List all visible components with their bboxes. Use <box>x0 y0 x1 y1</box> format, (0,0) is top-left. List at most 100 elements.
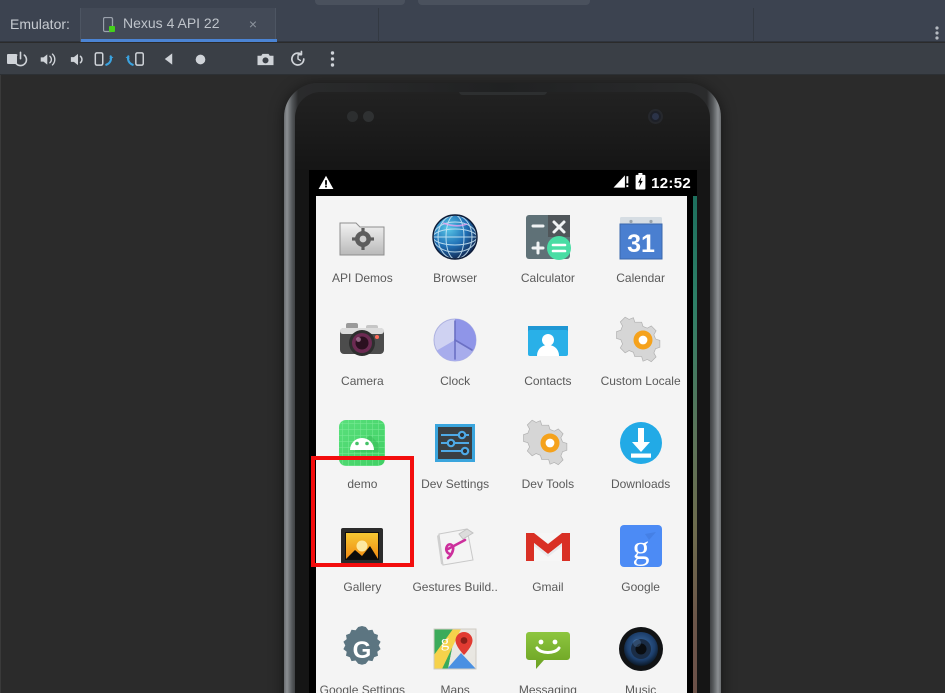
app-icon-messaging[interactable]: Messaging <box>502 608 595 693</box>
app-label: Google <box>621 580 660 594</box>
app-label: Music <box>624 683 657 693</box>
tabbar-divider-1 <box>378 8 379 42</box>
home-button[interactable] <box>188 47 212 71</box>
front-camera-icon <box>648 109 663 124</box>
contacts-icon <box>522 314 574 366</box>
device-body: 12:52 API Demos Browser Calculator 31 Ca… <box>295 92 710 693</box>
calculator-icon <box>522 211 574 263</box>
emulator-label: Emulator: <box>10 16 70 32</box>
app-icon-google[interactable]: g Google <box>594 505 687 608</box>
close-icon[interactable]: × <box>249 15 257 33</box>
gmail-icon <box>522 520 574 572</box>
app-label: Dev Settings <box>421 477 490 491</box>
app-label: Gestures Build.. <box>412 580 498 594</box>
messaging-icon <box>522 623 574 675</box>
app-label: Maps <box>440 683 470 693</box>
device-screen[interactable]: 12:52 API Demos Browser Calculator 31 Ca… <box>309 170 697 693</box>
svg-text:g: g <box>441 632 450 651</box>
signal-no-service-icon <box>613 174 630 194</box>
device-tab[interactable]: Nexus 4 API 22 × <box>80 8 277 42</box>
app-label: Dev Tools <box>521 477 575 491</box>
gestures-builder-icon <box>429 520 481 572</box>
speaker-grille <box>458 92 547 95</box>
app-icon-music[interactable]: Music <box>594 608 687 693</box>
app-label: Camera <box>341 374 384 388</box>
ide-top-strip <box>0 0 945 8</box>
calendar-icon: 31 <box>615 211 667 263</box>
app-label: API Demos <box>332 271 393 285</box>
app-icon-maps[interactable]: g Maps <box>409 608 502 693</box>
app-label: Google Settings <box>319 683 406 693</box>
drawer-scrollbar[interactable] <box>693 196 697 693</box>
active-tab-underline <box>81 39 277 42</box>
app-icon-gmail[interactable]: Gmail <box>502 505 595 608</box>
more-button[interactable] <box>320 47 344 71</box>
app-label: Gallery <box>343 580 382 594</box>
rotate-left-button[interactable] <box>92 47 116 71</box>
device-tab-title: Nexus 4 API 22 <box>123 15 220 31</box>
app-label: Messaging <box>518 683 577 693</box>
app-icon-clock[interactable]: Clock <box>409 299 502 402</box>
google-settings-gear-icon: G <box>336 623 388 675</box>
app-icon-contacts[interactable]: Contacts <box>502 299 595 402</box>
app-icon-gestures-build[interactable]: Gestures Build.. <box>409 505 502 608</box>
emulator-toolbar <box>0 43 945 75</box>
volume-down-button[interactable] <box>64 47 88 71</box>
history-button[interactable] <box>286 47 310 71</box>
overview-button[interactable] <box>0 47 24 71</box>
statusbar-clock: 12:52 <box>651 175 691 192</box>
gallery-icon <box>336 520 388 572</box>
warning-triangle-icon <box>318 175 334 195</box>
light-sensor-icon <box>363 111 374 122</box>
tabbar-divider-2 <box>753 8 754 42</box>
app-icon-custom-locale[interactable]: Custom Locale <box>594 299 687 402</box>
app-icon-browser[interactable]: Browser <box>409 196 502 299</box>
app-label: Gmail <box>532 580 564 594</box>
app-label: Calculator <box>520 271 575 285</box>
back-button[interactable] <box>156 47 180 71</box>
api-demos-icon <box>336 211 388 263</box>
toolbar-stub-left <box>315 0 405 5</box>
app-icon-google-settings[interactable]: G Google Settings <box>316 608 409 693</box>
svg-text:g: g <box>632 530 649 567</box>
dev-settings-sliders-icon <box>429 417 481 469</box>
app-drawer[interactable]: API Demos Browser Calculator 31 Calendar… <box>316 196 687 693</box>
app-icon-dev-settings[interactable]: Dev Settings <box>409 402 502 505</box>
volume-up-button[interactable] <box>36 47 60 71</box>
screenshot-button[interactable] <box>253 47 277 71</box>
proximity-sensor-icon <box>347 111 358 122</box>
app-label: Clock <box>440 374 471 388</box>
demo-android-icon <box>336 417 388 469</box>
app-icon-demo[interactable]: demo <box>316 402 409 505</box>
app-icon-calendar[interactable]: 31 Calendar <box>594 196 687 299</box>
app-label: Contacts <box>524 374 572 388</box>
browser-globe-icon <box>429 211 481 263</box>
app-label: Downloads <box>610 477 671 491</box>
android-statusbar: 12:52 <box>309 170 697 196</box>
toolbar-stub-right <box>418 0 590 5</box>
emulator-canvas[interactable]: 12:52 API Demos Browser Calculator 31 Ca… <box>0 75 945 693</box>
maps-icon: g <box>429 623 481 675</box>
app-label: demo <box>347 477 378 491</box>
device-frame: 12:52 API Demos Browser Calculator 31 Ca… <box>284 83 721 693</box>
google-g-icon: g <box>615 520 667 572</box>
svg-text:G: G <box>353 637 372 664</box>
app-icon-dev-tools[interactable]: Dev Tools <box>502 402 595 505</box>
emulator-tabbar: Emulator: Nexus 4 API 22 × <box>0 8 945 42</box>
app-icon-camera[interactable]: Camera <box>316 299 409 402</box>
music-icon <box>615 623 667 675</box>
rotate-right-button[interactable] <box>122 47 146 71</box>
app-icon-gallery[interactable]: Gallery <box>316 505 409 608</box>
downloads-icon <box>615 417 667 469</box>
app-label: Custom Locale <box>600 374 681 388</box>
camera-app-icon <box>336 314 388 366</box>
bezel-sheen <box>295 92 710 172</box>
app-label: Calendar <box>616 271 665 285</box>
app-icon-downloads[interactable]: Downloads <box>594 402 687 505</box>
battery-charging-icon <box>635 173 646 195</box>
app-icon-calculator[interactable]: Calculator <box>502 196 595 299</box>
device-screen-icon <box>102 16 116 33</box>
app-icon-api-demos[interactable]: API Demos <box>316 196 409 299</box>
custom-locale-gear-icon <box>615 314 667 366</box>
clock-app-icon <box>429 314 481 366</box>
